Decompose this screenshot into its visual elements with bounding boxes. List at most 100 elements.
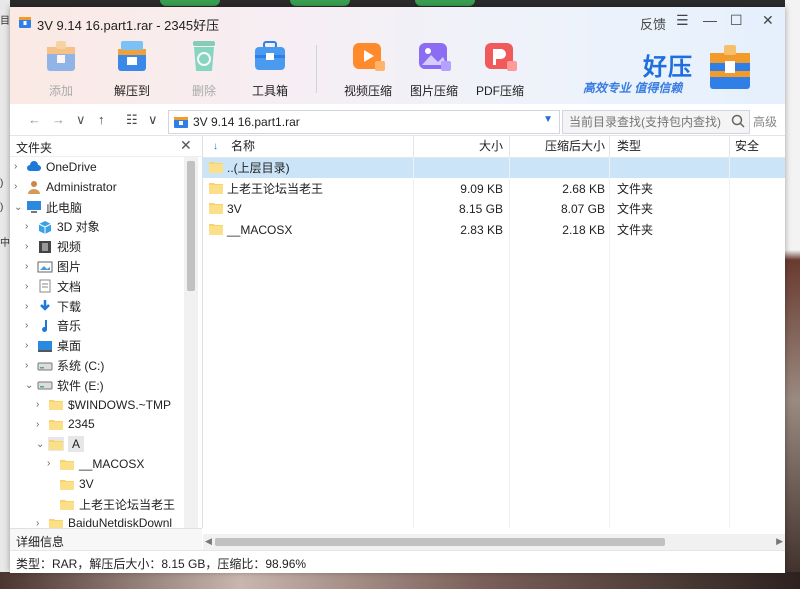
chevron-icon[interactable]: › bbox=[25, 320, 37, 331]
chevron-icon[interactable]: › bbox=[25, 241, 37, 252]
list-scroll-thumb[interactable] bbox=[215, 538, 665, 546]
tree-node-label: Administrator bbox=[46, 179, 117, 194]
tree-node[interactable]: › 2345 bbox=[36, 416, 95, 436]
image-compress-button[interactable]: 图片压缩 bbox=[404, 37, 464, 99]
view-mode-button[interactable]: ☷ bbox=[126, 112, 138, 128]
chevron-icon[interactable]: › bbox=[25, 301, 37, 312]
chevron-icon[interactable]: › bbox=[25, 261, 37, 272]
brand-slogan: 高效专业 值得信赖 bbox=[583, 81, 683, 95]
close-tree-icon[interactable]: ✕ bbox=[180, 137, 192, 154]
tree-node-label: 系统 (C:) bbox=[57, 359, 105, 373]
cube-icon bbox=[38, 220, 52, 234]
chevron-icon[interactable]: › bbox=[36, 399, 48, 410]
minimize-button[interactable]: — bbox=[703, 12, 717, 28]
tree-node[interactable]: › 下载 bbox=[25, 298, 81, 318]
background-photo-right bbox=[785, 0, 800, 589]
toolbox-button[interactable]: 工具箱 bbox=[240, 37, 300, 99]
file-list: ↓ 名称 大小 压缩后大小 类型 安全 ..(上层目录) 上老王论坛当老王 9.09… bbox=[203, 136, 785, 528]
background-char: 中 bbox=[0, 238, 10, 249]
list-horizontal-scrollbar[interactable]: ◀ ▶ bbox=[203, 534, 785, 550]
extract-to-label: 解压到 bbox=[113, 84, 150, 98]
tree-node[interactable]: › 音乐 bbox=[25, 317, 81, 337]
tree-node[interactable]: › 图片 bbox=[25, 258, 81, 278]
chevron-icon[interactable]: ⌄ bbox=[14, 202, 26, 213]
chevron-icon[interactable]: › bbox=[14, 181, 26, 192]
search-input[interactable] bbox=[567, 113, 726, 131]
scroll-left-icon[interactable]: ◀ bbox=[205, 536, 212, 547]
column-security[interactable]: 安全 bbox=[729, 136, 785, 157]
delete-button[interactable]: 删除 bbox=[174, 37, 234, 99]
computer-icon bbox=[27, 201, 41, 214]
view-mode-dropdown[interactable]: ∨ bbox=[148, 112, 158, 128]
chevron-icon[interactable]: ⌄ bbox=[36, 439, 48, 450]
address-dropdown-icon[interactable]: ▼ bbox=[543, 114, 553, 125]
tree-vertical-scrollbar[interactable] bbox=[184, 157, 198, 528]
details-panel-toggle[interactable]: 详细信息 bbox=[10, 528, 202, 551]
forward-button[interactable]: → bbox=[52, 112, 65, 127]
drive-icon bbox=[37, 381, 53, 390]
header-toolbar-area: 3V 9.14 16.part1.rar - 2345好压 反馈 ☰ — ☐ ✕… bbox=[10, 7, 785, 104]
advanced-search-button[interactable]: 高级 bbox=[753, 113, 777, 130]
tree-node[interactable]: ⌄ 此电脑 bbox=[14, 199, 82, 219]
toolbox-icon bbox=[255, 41, 285, 70]
table-row[interactable]: __MACOSX 2.83 KB 2.18 KB 文件夹 bbox=[203, 220, 785, 240]
close-button[interactable]: ✕ bbox=[762, 12, 774, 29]
feedback-button[interactable]: 反馈 bbox=[640, 14, 666, 33]
tree-node[interactable]: › __MACOSX bbox=[47, 456, 144, 476]
up-button[interactable]: ↑ bbox=[98, 112, 105, 127]
column-packed-size[interactable]: 压缩后大小 bbox=[509, 136, 610, 157]
chevron-icon[interactable]: › bbox=[25, 340, 37, 351]
haozip-window: 3V 9.14 16.part1.rar - 2345好压 反馈 ☰ — ☐ ✕… bbox=[10, 7, 785, 573]
chevron-icon[interactable]: › bbox=[47, 458, 59, 469]
history-dropdown[interactable]: ∨ bbox=[76, 112, 86, 128]
tree-node[interactable]: › 3D 对象 bbox=[25, 218, 100, 238]
tree-node[interactable]: › BaiduNetdiskDownl bbox=[36, 515, 172, 528]
tree-scroll-thumb[interactable] bbox=[187, 161, 195, 291]
column-divider bbox=[729, 157, 730, 528]
add-button[interactable]: 添加 bbox=[31, 37, 91, 99]
tree-node[interactable]: › 桌面 bbox=[25, 337, 81, 357]
delete-label: 删除 bbox=[191, 84, 216, 98]
extract-to-button[interactable]: 解压到 bbox=[102, 37, 162, 99]
menu-button[interactable]: ☰ bbox=[676, 12, 689, 29]
chevron-icon[interactable]: › bbox=[36, 518, 48, 528]
scroll-right-icon[interactable]: ▶ bbox=[776, 536, 783, 547]
background-photo-bottom bbox=[0, 572, 800, 589]
maximize-button[interactable]: ☐ bbox=[730, 12, 743, 29]
tree-node[interactable]: › 文档 bbox=[25, 278, 81, 298]
chevron-icon[interactable]: ⌄ bbox=[25, 380, 37, 391]
tree-node[interactable]: › 系统 (C:) bbox=[25, 357, 104, 377]
folder-icon bbox=[49, 420, 63, 431]
column-name[interactable]: ↓ 名称 bbox=[203, 136, 414, 157]
tree-node[interactable]: 上老王论坛当老王 bbox=[47, 496, 175, 516]
table-row[interactable]: 上老王论坛当老王 9.09 KB 2.68 KB 文件夹 bbox=[203, 179, 785, 199]
background-left-strip: 目 ) ) 中 bbox=[0, 0, 10, 589]
tree-node[interactable]: 3V bbox=[47, 476, 94, 496]
address-bar[interactable]: 3V 9.14 16.part1.rar ▼ bbox=[168, 110, 560, 134]
video-compress-button[interactable]: 视频压缩 bbox=[338, 37, 398, 99]
window-title: 3V 9.14 16.part1.rar - 2345好压 bbox=[37, 18, 220, 33]
column-type-label: 类型 bbox=[617, 139, 642, 153]
chevron-icon[interactable]: › bbox=[25, 281, 37, 292]
file-type: 文件夹 bbox=[617, 222, 654, 237]
chevron-icon[interactable]: › bbox=[36, 419, 48, 430]
tree-node[interactable]: › $WINDOWS.~TMP bbox=[36, 397, 171, 417]
video-compress-label: 视频压缩 bbox=[343, 84, 392, 98]
chevron-icon[interactable]: › bbox=[14, 161, 26, 172]
search-icon[interactable] bbox=[731, 114, 745, 128]
tree-node[interactable]: › Administrator bbox=[14, 179, 117, 199]
chevron-icon[interactable]: › bbox=[25, 221, 37, 232]
chevron-icon[interactable]: › bbox=[25, 360, 37, 371]
column-size[interactable]: 大小 bbox=[413, 136, 510, 157]
toolbar-separator bbox=[316, 45, 317, 93]
table-row[interactable]: ..(上层目录) bbox=[203, 158, 785, 178]
table-row[interactable]: 3V 8.15 GB 8.07 GB 文件夹 bbox=[203, 199, 785, 219]
tree-node[interactable]: ⌄ 软件 (E:) bbox=[25, 377, 104, 397]
background-taskbar-pill bbox=[415, 0, 475, 6]
tree-node[interactable]: › OneDrive bbox=[14, 159, 97, 179]
pdf-compress-button[interactable]: PDF压缩 bbox=[470, 37, 530, 99]
tree-node[interactable]: › 视频 bbox=[25, 238, 81, 258]
back-button[interactable]: ← bbox=[28, 112, 41, 127]
tree-node[interactable]: ⌄ A bbox=[36, 436, 85, 457]
column-type[interactable]: 类型 bbox=[609, 136, 730, 157]
